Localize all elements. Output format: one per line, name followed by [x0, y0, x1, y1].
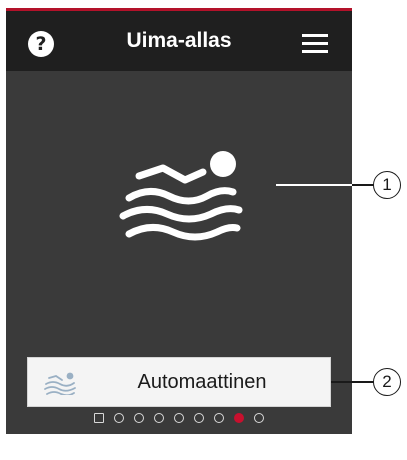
mode-label: Automaattinen — [137, 371, 267, 393]
hamburger-menu-icon[interactable] — [302, 34, 328, 54]
swimmer-icon — [119, 151, 243, 241]
page-dot-active[interactable] — [234, 413, 244, 423]
page-dot[interactable] — [114, 413, 124, 423]
callout-1-leader — [276, 184, 352, 186]
app-header: ? Uima-allas — [6, 11, 352, 71]
page-title: Uima-allas — [126, 29, 232, 52]
callout-2-leader — [331, 381, 374, 383]
page-dot[interactable] — [174, 413, 184, 423]
callout-1-leader-outside — [352, 184, 374, 186]
callout-1: 1 — [373, 171, 401, 199]
page-dot[interactable] — [154, 413, 164, 423]
page-dot[interactable] — [134, 413, 144, 423]
page-dot[interactable] — [194, 413, 204, 423]
mode-selector[interactable]: Automaattinen — [27, 357, 331, 407]
page-indicator — [6, 410, 352, 426]
page-dot[interactable] — [214, 413, 224, 423]
callout-2: 2 — [373, 368, 401, 396]
phone-screen: ? Uima-allas Automaattinen — [6, 8, 352, 434]
swimmer-icon — [44, 372, 76, 395]
page-dot[interactable] — [254, 413, 264, 423]
page-dot[interactable] — [94, 413, 104, 423]
